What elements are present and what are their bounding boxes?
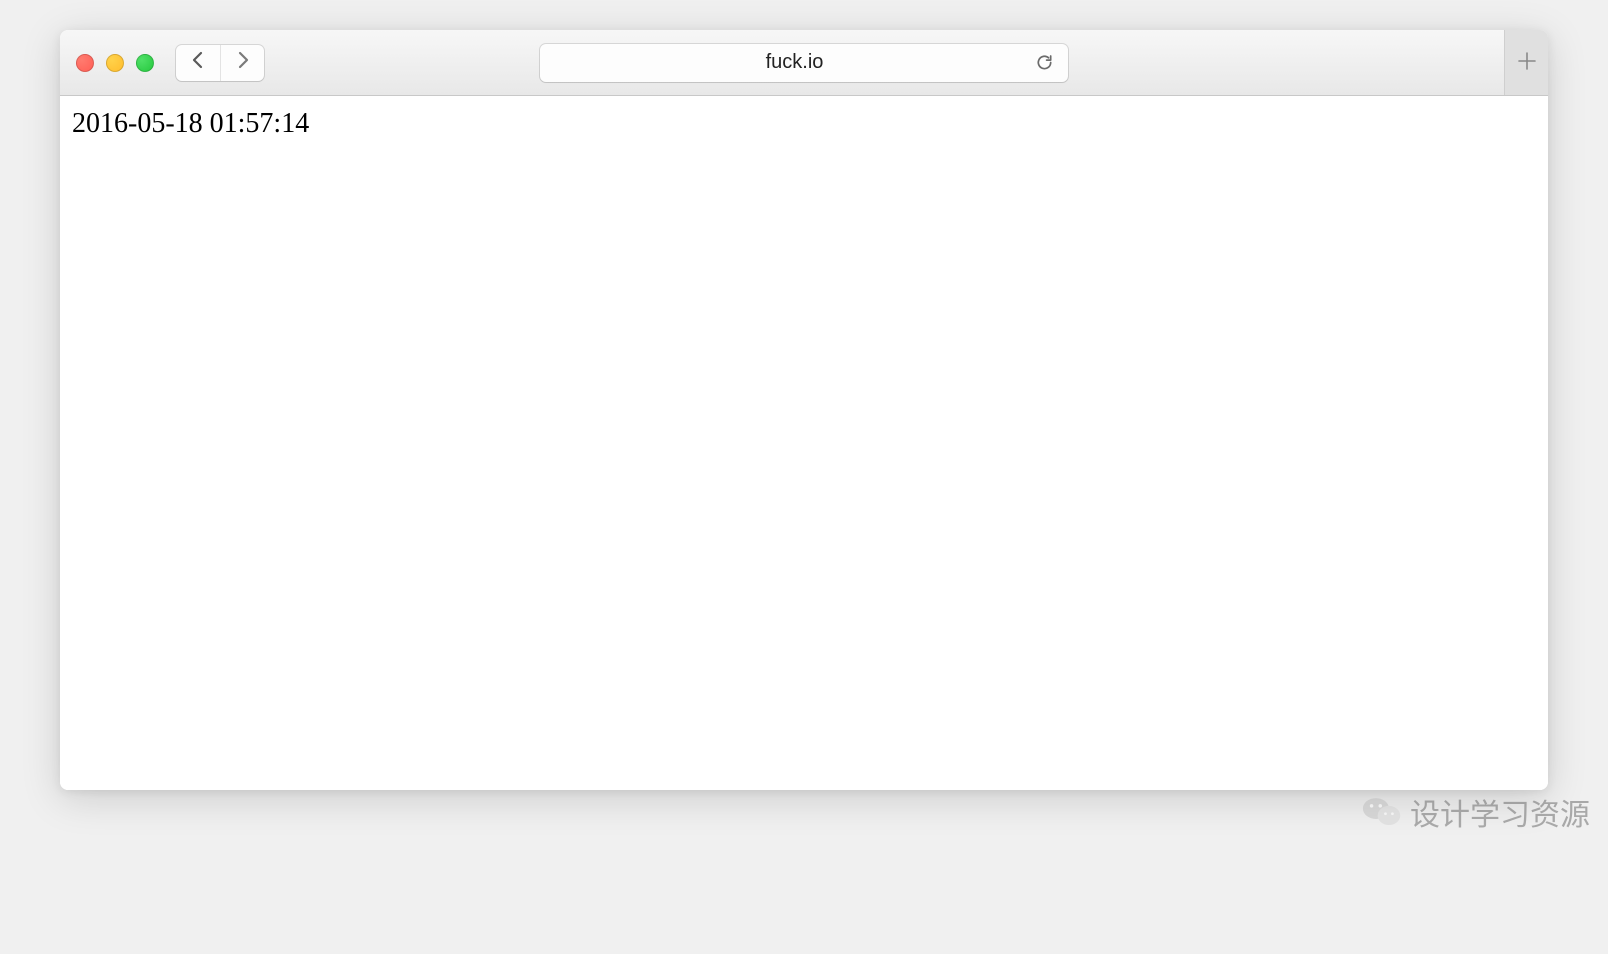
forward-button[interactable]	[220, 45, 264, 81]
page-content: 2016-05-18 01:57:14	[60, 96, 1548, 790]
address-bar[interactable]: fuck.io	[540, 44, 1068, 82]
new-tab-button[interactable]	[1504, 30, 1548, 95]
chevron-right-icon	[236, 50, 250, 75]
page-timestamp-text: 2016-05-18 01:57:14	[72, 108, 1536, 140]
url-text: fuck.io	[554, 51, 1035, 74]
wechat-icon	[1362, 792, 1402, 832]
close-window-button[interactable]	[76, 54, 94, 72]
watermark: 设计学习资源	[1362, 790, 1590, 834]
watermark-text: 设计学习资源	[1410, 790, 1590, 834]
navigation-buttons	[176, 45, 264, 81]
maximize-window-button[interactable]	[136, 54, 154, 72]
chevron-left-icon	[191, 50, 205, 75]
browser-window: fuck.io 2016-05-18 01:57:14	[60, 30, 1548, 790]
plus-icon	[1517, 47, 1537, 78]
reload-icon[interactable]	[1035, 53, 1054, 72]
browser-toolbar: fuck.io	[60, 30, 1548, 96]
minimize-window-button[interactable]	[106, 54, 124, 72]
back-button[interactable]	[176, 45, 220, 81]
window-controls	[76, 54, 154, 72]
